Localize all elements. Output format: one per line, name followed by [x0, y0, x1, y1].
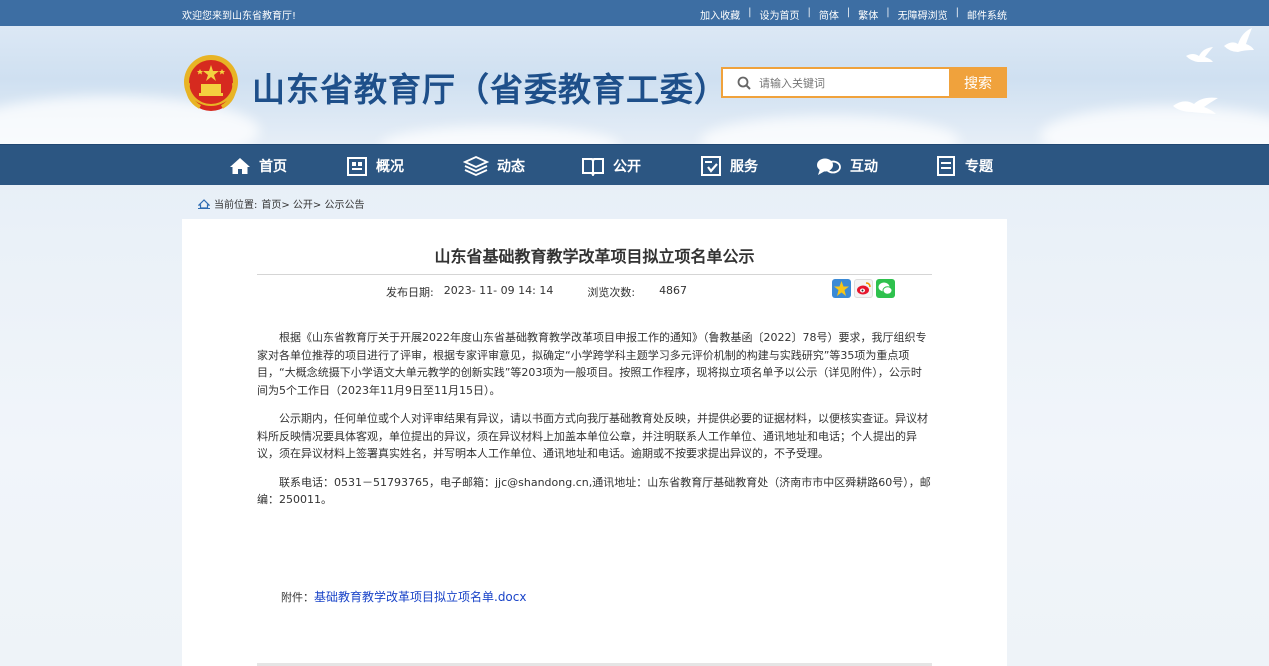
separator: | — [955, 7, 959, 18]
separator: | — [886, 7, 890, 18]
chat-icon — [817, 158, 841, 175]
dove-icon — [1224, 28, 1254, 52]
nav-service[interactable]: 服务 — [700, 145, 758, 186]
nav-label: 专题 — [965, 158, 993, 175]
national-emblem-icon — [184, 55, 238, 111]
top-bar: 欢迎您来到山东省教育厅! 加入收藏 | 设为首页 | 简体 | 繁体 | 无障碍… — [0, 0, 1269, 26]
article-title: 山东省基础教育教学改革项目拟立项名单公示 — [434, 247, 755, 266]
article-paragraph: 根据《山东省教育厅关于开展2022年度山东省基础教育教学改革项目申报工作的通知》… — [257, 331, 927, 397]
book-icon — [582, 157, 604, 176]
nav-label: 服务 — [730, 158, 758, 175]
simplified-chinese-link[interactable]: 简体 — [819, 7, 839, 22]
top-links: 加入收藏 | 设为首页 | 简体 | 繁体 | 无障碍浏览 | 邮件系统 — [700, 7, 1007, 22]
weibo-share-icon[interactable] — [854, 279, 873, 298]
traditional-chinese-link[interactable]: 繁体 — [858, 7, 878, 22]
breadcrumb-prefix: 当前位置: — [214, 200, 258, 211]
nav-overview[interactable]: 概况 — [346, 145, 404, 186]
nav-label: 公开 — [613, 158, 641, 175]
date-label: 发布日期: — [386, 286, 434, 299]
views-label: 浏览次数: — [587, 286, 636, 299]
attachment-link[interactable]: 基础教育教学改革项目拟立项名单.docx — [314, 590, 526, 604]
nav-label: 动态 — [497, 158, 525, 175]
nav-news[interactable]: 动态 — [463, 145, 525, 186]
layers-icon — [463, 155, 489, 176]
article-panel: 山东省基础教育教学改革项目拟立项名单公示 发布日期: 2023- 11- 09 … — [182, 219, 1007, 666]
nav-public[interactable]: 公开 — [581, 145, 641, 186]
breadcrumb-trail[interactable]: 首页> 公开> 公示公告 — [261, 196, 364, 211]
title-divider — [257, 274, 932, 275]
attachment: 附件：基础教育教学改革项目拟立项名单.docx — [281, 588, 526, 605]
search-icon — [737, 76, 751, 90]
separator: | — [748, 7, 752, 18]
welcome-text: 欢迎您来到山东省教育厅! — [182, 11, 297, 22]
article-meta: 发布日期: 2023- 11- 09 14: 14 浏览次数: 4867 — [386, 284, 687, 300]
qzone-share-icon[interactable] — [832, 279, 851, 298]
dove-icon — [1186, 47, 1213, 62]
mail-system-link[interactable]: 邮件系统 — [967, 7, 1007, 22]
cloud-decoration — [380, 126, 620, 144]
search-box — [721, 67, 951, 98]
site-title: 山东省教育厅（省委教育工委） — [252, 70, 728, 109]
nav-label: 首页 — [259, 158, 287, 175]
nav-label: 概况 — [376, 158, 404, 175]
accessibility-link[interactable]: 无障碍浏览 — [898, 7, 948, 22]
views-value: 4867 — [659, 284, 688, 297]
nav-label: 互动 — [850, 158, 878, 175]
nav-topics[interactable]: 专题 — [935, 145, 993, 186]
header-banner: 山东省教育厅（省委教育工委） 搜索 — [0, 26, 1269, 144]
building-icon — [347, 156, 367, 176]
set-homepage-link[interactable]: 设为首页 — [760, 7, 800, 22]
home-icon — [230, 157, 250, 174]
separator: | — [846, 7, 851, 18]
search-button[interactable]: 搜索 — [949, 67, 1007, 98]
add-favorite-link[interactable]: 加入收藏 — [700, 7, 740, 22]
document-icon — [937, 155, 955, 176]
article-paragraph: 联系电话：0531－51793765，电子邮箱：jjc@shandong.cn,… — [257, 475, 931, 507]
breadcrumb: 当前位置: 首页> 公开> 公示公告 — [198, 196, 365, 211]
location-icon — [198, 198, 210, 209]
main-nav: 首页 概况 动态 公开 服务 互动 专题 — [0, 144, 1269, 185]
cloud-decoration — [1040, 106, 1269, 144]
dove-icon — [1173, 97, 1218, 114]
article-paragraph: 公示期内，任何单位或个人对评审结果有异议，请以书面方式向我厅基础教育处反映，并提… — [257, 412, 928, 460]
attachment-label: 附件： — [281, 591, 314, 604]
cloud-decoration — [700, 116, 960, 144]
date-value: 2023- 11- 09 14: 14 — [443, 284, 554, 297]
search-input[interactable] — [759, 74, 939, 92]
wechat-share-icon[interactable] — [876, 279, 895, 298]
service-icon — [701, 155, 721, 176]
share-buttons — [832, 279, 895, 298]
article-body: 根据《山东省教育厅关于开展2022年度山东省基础教育教学改革项目申报工作的通知》… — [257, 329, 932, 520]
nav-interaction[interactable]: 互动 — [816, 145, 878, 186]
separator: | — [807, 7, 811, 18]
nav-home[interactable]: 首页 — [229, 145, 287, 186]
